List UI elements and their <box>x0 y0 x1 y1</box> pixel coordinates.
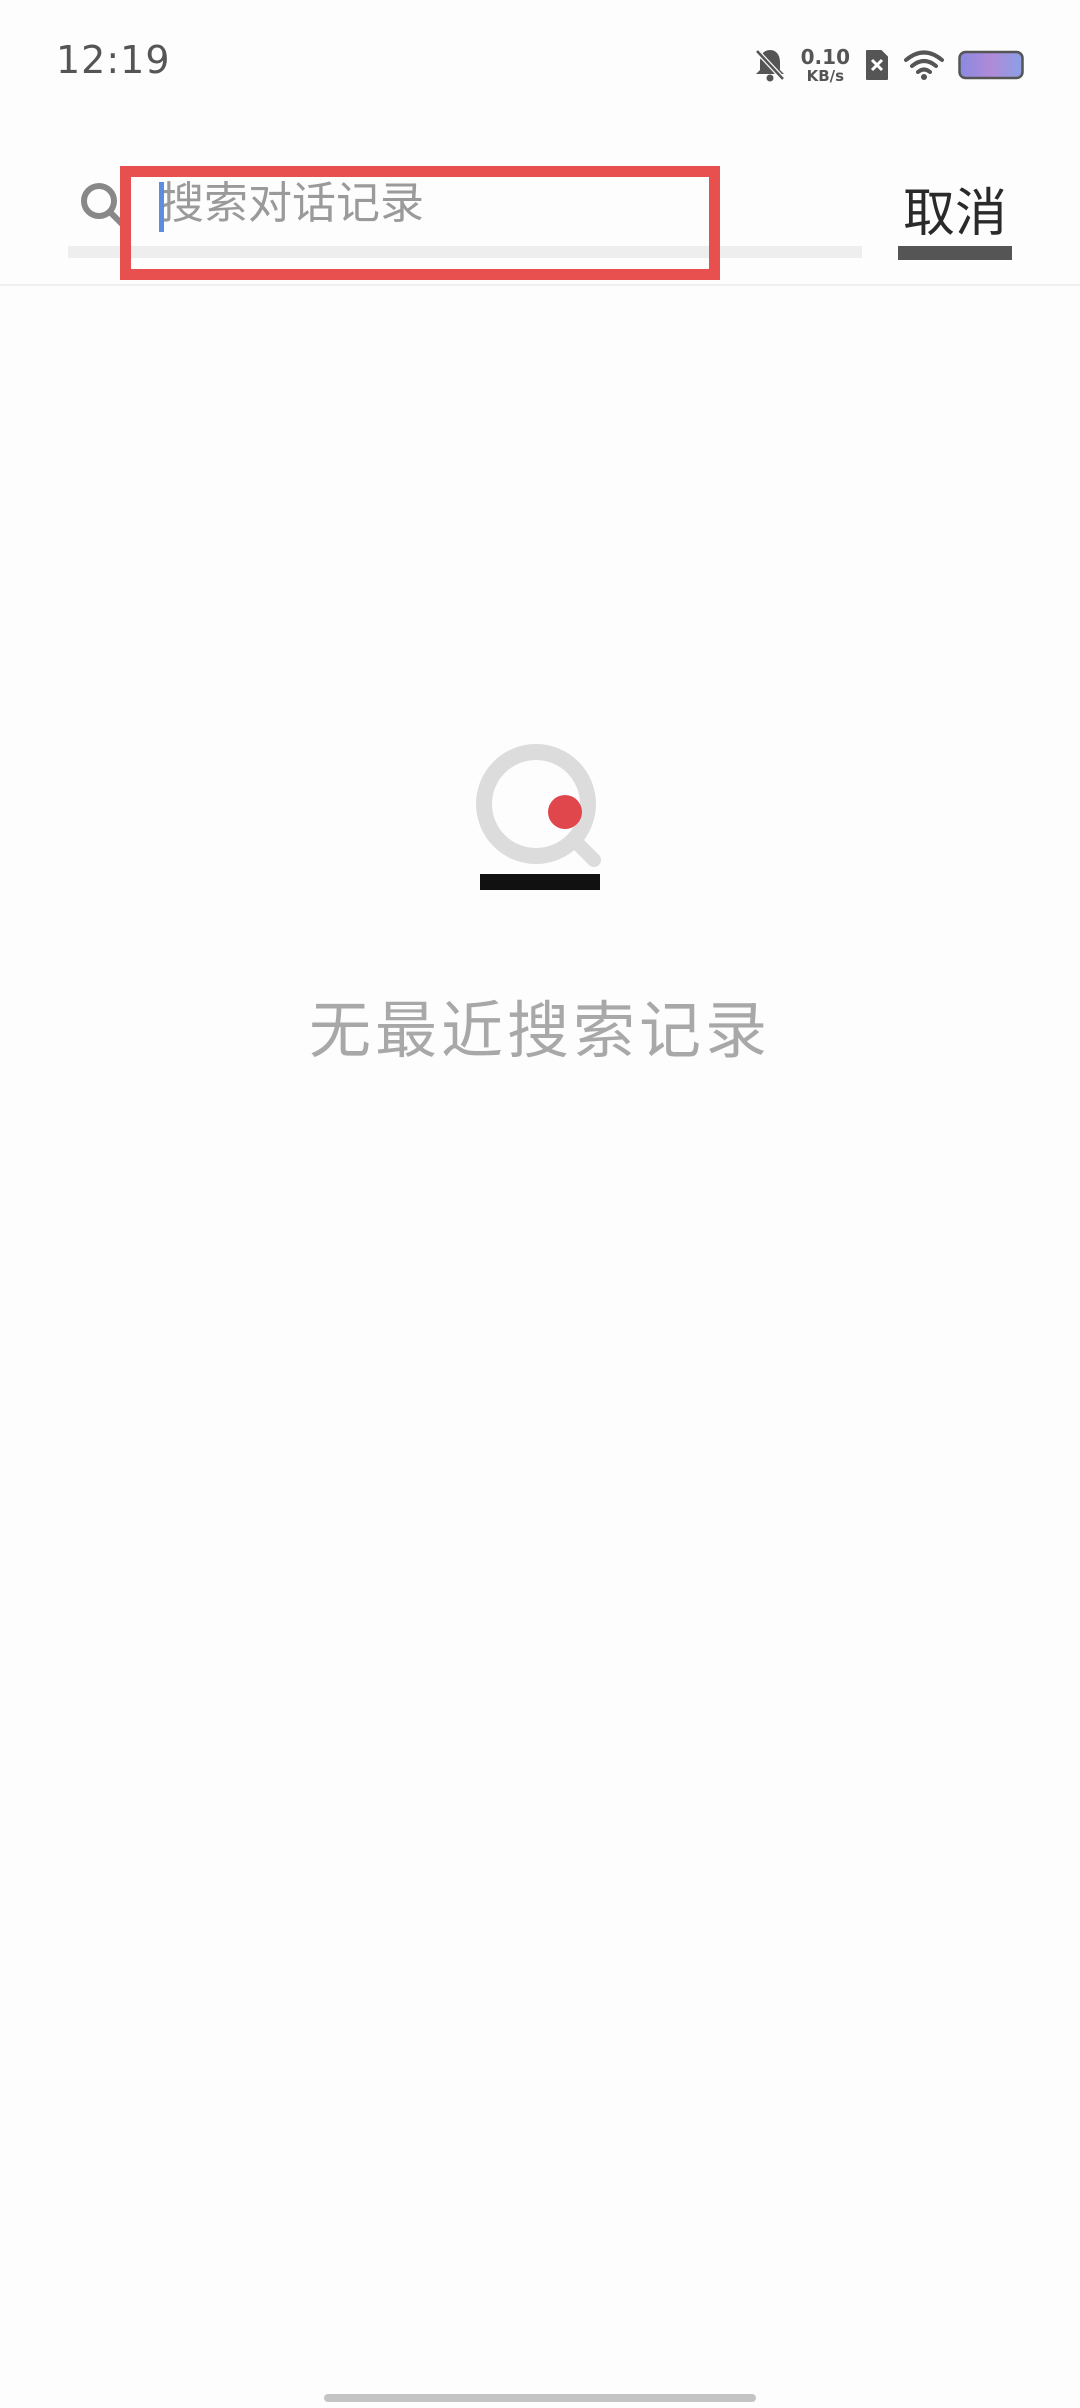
status-bar: 12:19 0.10 KB/s <box>0 0 1080 120</box>
empty-state: 无最近搜索记录 <box>0 740 1080 1070</box>
wifi-icon <box>904 50 944 80</box>
home-indicator[interactable] <box>324 2394 756 2402</box>
empty-state-message: 无最近搜索记录 <box>308 994 771 1067</box>
net-speed: 0.10 KB/s <box>801 47 850 84</box>
status-time: 12:19 <box>56 38 171 82</box>
battery-icon <box>958 50 1024 80</box>
cancel-underline <box>898 246 1012 260</box>
search-empty-icon <box>476 744 601 890</box>
status-icons: 0.10 KB/s <box>753 40 1026 90</box>
highlight-box <box>120 166 720 280</box>
cancel-button[interactable]: 取消 <box>898 170 1012 246</box>
net-speed-value: 0.10 <box>800 44 850 69</box>
sim-off-icon <box>866 50 888 80</box>
net-speed-unit: KB/s <box>806 66 845 85</box>
search-header: 取消 <box>0 120 1080 286</box>
bell-muted-icon <box>754 49 785 82</box>
screen: 12:19 0.10 KB/s 搜索对话记录 取消 无最近搜索记录 <box>0 0 1080 2408</box>
